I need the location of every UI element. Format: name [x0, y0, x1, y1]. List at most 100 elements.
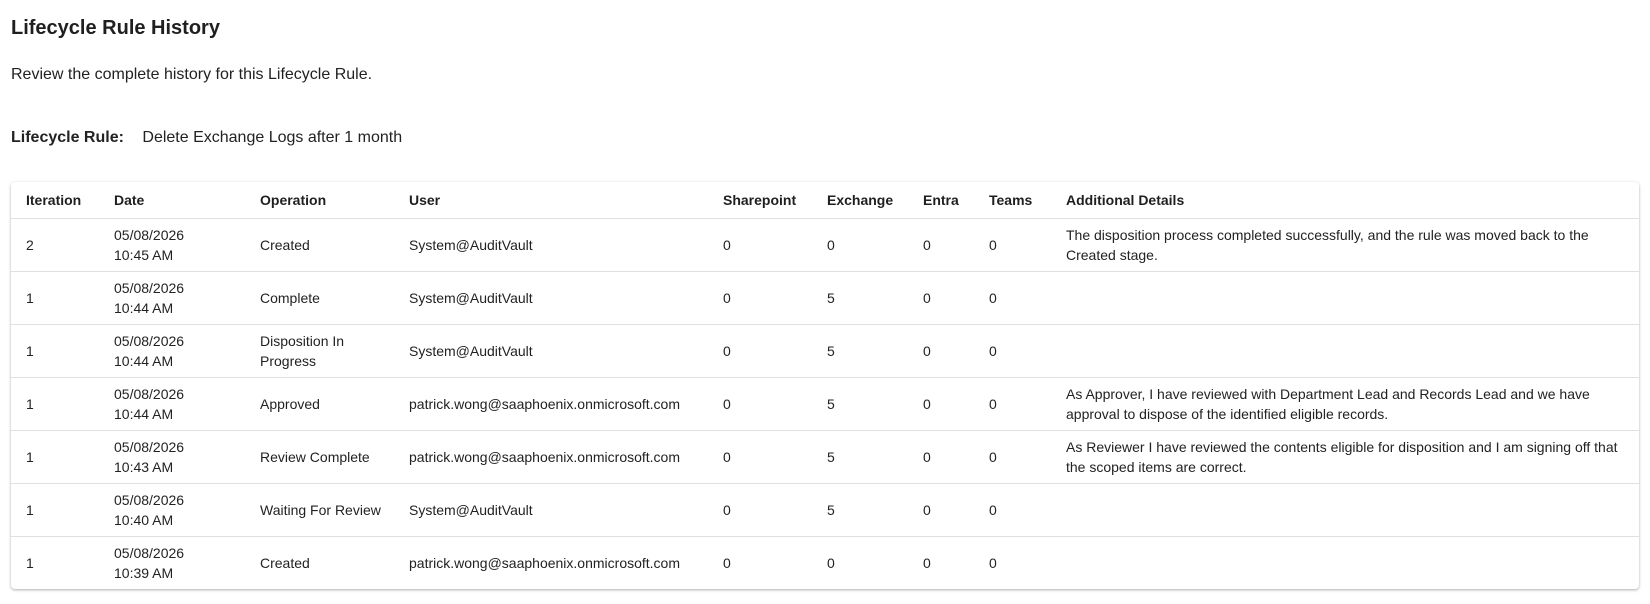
- cell-operation: Review Complete: [245, 430, 394, 484]
- cell-exchange: 5: [812, 271, 908, 325]
- cell-date-time: 10:44 AM: [114, 405, 174, 422]
- rule-info: Lifecycle Rule: Delete Exchange Logs aft…: [11, 128, 1639, 148]
- cell-iteration: 2: [11, 218, 99, 272]
- cell-sharepoint: 0: [708, 483, 812, 537]
- header-date: Date: [99, 182, 245, 219]
- cell-teams: 0: [974, 271, 1051, 325]
- cell-teams: 0: [974, 324, 1051, 378]
- cell-sharepoint: 0: [708, 271, 812, 325]
- header-sharepoint: Sharepoint: [708, 182, 812, 219]
- cell-operation: Created: [260, 554, 310, 571]
- cell-user: patrick.wong@saaphoenix.onmicrosoft.com: [409, 554, 681, 571]
- cell-iteration: 1: [11, 430, 99, 484]
- table-row: 2 05/08/2026 10:45 AM Created System@Audi…: [11, 218, 1639, 272]
- cell-user: System@AuditVault: [394, 324, 708, 378]
- cell-sharepoint: 0: [708, 218, 812, 272]
- cell-date: 05/08/2026 10:44 AM: [99, 377, 245, 431]
- cell-date-day: 05/08/2026: [114, 544, 185, 561]
- page-subtitle: Review the complete history for this Lif…: [11, 66, 373, 83]
- cell-date-day: 05/08/2026: [114, 491, 185, 508]
- cell-date-day: 05/08/2026: [114, 226, 185, 243]
- cell-iteration: 1: [11, 483, 99, 537]
- header-additional-details: Additional Details: [1051, 182, 1639, 219]
- cell-teams: 0: [974, 218, 1051, 272]
- cell-exchange: 5: [812, 377, 908, 431]
- cell-date-day: 05/08/2026: [114, 438, 185, 455]
- cell-sharepoint: 0: [708, 324, 812, 378]
- cell-user: System@AuditVault: [394, 483, 708, 537]
- header-row: Iteration Date Operation User Sharepoint…: [11, 182, 1639, 219]
- cell-date-day: 05/08/2026: [114, 332, 185, 349]
- history-table: Iteration Date Operation User Sharepoint…: [11, 182, 1639, 589]
- rule-label: Lifecycle Rule:: [11, 129, 124, 146]
- cell-date: 05/08/2026 10:44 AM: [99, 324, 245, 378]
- header-entra: Entra: [908, 182, 974, 219]
- cell-exchange: 0: [827, 554, 835, 571]
- cell-details: As Reviewer I have reviewed the contents…: [1051, 430, 1639, 484]
- cell-entra: 0: [908, 218, 974, 272]
- history-page: Lifecycle Rule History Review the comple…: [0, 0, 1650, 589]
- cell-sharepoint: 0: [723, 554, 731, 571]
- cell-entra: 0: [908, 324, 974, 378]
- cell-user: System@AuditVault: [394, 271, 708, 325]
- cell-date: 05/08/2026 10:45 AM: [99, 218, 245, 272]
- cell-iteration: 1: [11, 271, 99, 325]
- rule-name: Delete Exchange Logs after 1 month: [142, 129, 403, 146]
- table-row: 1 05/08/2026 10:44 AM Complete System@Aud…: [11, 271, 1639, 325]
- cell-entra: 0: [923, 554, 931, 571]
- cell-details: [1051, 483, 1639, 537]
- cell-date-time: 10:44 AM: [114, 299, 174, 316]
- cell-details: The disposition process completed succes…: [1051, 218, 1639, 272]
- cell-date-time: 10:45 AM: [114, 246, 174, 263]
- cell-date-day: 05/08/2026: [114, 279, 185, 296]
- cell-sharepoint: 0: [708, 377, 812, 431]
- cell-exchange: 5: [812, 324, 908, 378]
- cell-details: [1051, 536, 1639, 589]
- cell-date-day: 05/08/2026: [114, 385, 185, 402]
- cell-exchange: 5: [812, 483, 908, 537]
- history-table-card: Iteration Date Operation User Sharepoint…: [11, 182, 1639, 589]
- cell-details: As Approver, I have reviewed with Depart…: [1051, 377, 1639, 431]
- table-row: 1 05/08/2026 10:40 AM Waiting For Review …: [11, 483, 1639, 537]
- table-row: 1 05/08/2026 10:39 AM Created patrick.won…: [11, 536, 1639, 589]
- page-title: Lifecycle Rule History: [11, 17, 220, 39]
- table-row: 1 05/08/2026 10:44 AM Approved patrick.wo…: [11, 377, 1639, 431]
- header-user: User: [394, 182, 708, 219]
- cell-date: 05/08/2026 10:40 AM: [99, 483, 245, 537]
- table-row: 1 05/08/2026 10:44 AM Disposition In Prog…: [11, 324, 1639, 378]
- cell-date: 05/08/2026 10:43 AM: [99, 430, 245, 484]
- header-iteration: Iteration: [11, 182, 99, 219]
- cell-date-time: 10:40 AM: [114, 511, 174, 528]
- cell-iteration: 1: [11, 324, 99, 378]
- cell-details: [1051, 324, 1639, 378]
- cell-entra: 0: [908, 430, 974, 484]
- cell-sharepoint: 0: [708, 430, 812, 484]
- cell-date-time: 10:43 AM: [114, 458, 174, 475]
- cell-operation: Disposition In Progress: [245, 324, 394, 378]
- cell-user: patrick.wong@saaphoenix.onmicrosoft.com: [394, 377, 708, 431]
- cell-date: 05/08/2026 10:44 AM: [99, 271, 245, 325]
- cell-teams: 0: [989, 554, 997, 571]
- cell-date: 05/08/2026 10:39 AM: [99, 536, 245, 589]
- cell-teams: 0: [974, 483, 1051, 537]
- cell-user: patrick.wong@saaphoenix.onmicrosoft.com: [394, 430, 708, 484]
- cell-details: [1051, 271, 1639, 325]
- cell-teams: 0: [974, 377, 1051, 431]
- cell-exchange: 5: [812, 430, 908, 484]
- table-row: 1 05/08/2026 10:43 AM Review Complete pat…: [11, 430, 1639, 484]
- cell-exchange: 0: [812, 218, 908, 272]
- cell-entra: 0: [908, 271, 974, 325]
- cell-operation: Approved: [245, 377, 394, 431]
- header-operation: Operation: [245, 182, 394, 219]
- cell-user: System@AuditVault: [394, 218, 708, 272]
- cell-operation: Created: [245, 218, 394, 272]
- header-exchange: Exchange: [812, 182, 908, 219]
- cell-date-time: 10:44 AM: [114, 352, 174, 369]
- cell-date-time: 10:39 AM: [114, 564, 174, 581]
- cell-iteration: 1: [11, 377, 99, 431]
- cell-operation: Waiting For Review: [245, 483, 394, 537]
- header-teams: Teams: [974, 182, 1051, 219]
- cell-iteration: 1: [26, 554, 34, 571]
- cell-entra: 0: [908, 377, 974, 431]
- cell-entra: 0: [908, 483, 974, 537]
